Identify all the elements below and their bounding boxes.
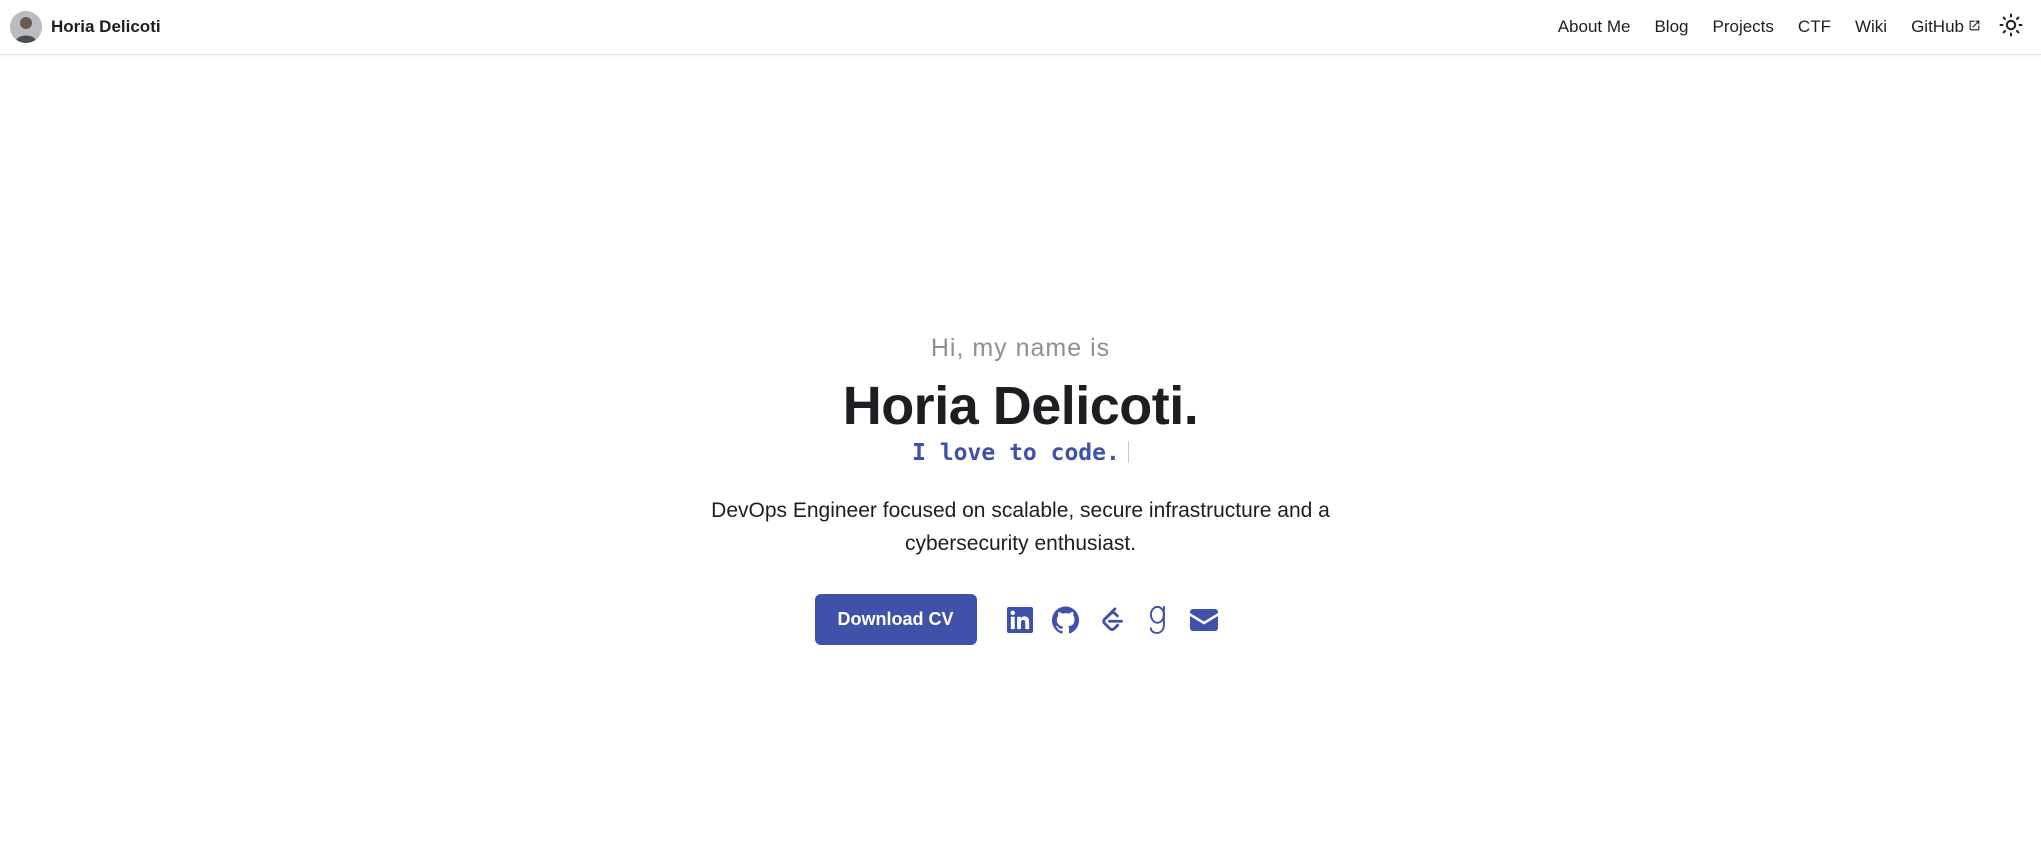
linkedin-icon: [1006, 606, 1033, 633]
typed-text: I love to code.: [912, 440, 1120, 466]
email-link[interactable]: [1188, 604, 1220, 636]
nav-link-projects[interactable]: Projects: [1713, 17, 1774, 37]
brand-link[interactable]: Horia Delicoti: [10, 11, 161, 43]
avatar: [10, 11, 42, 43]
goodreads-link[interactable]: [1142, 604, 1174, 636]
nav-link-ctf[interactable]: CTF: [1798, 17, 1831, 37]
nav-links: About Me Blog Projects CTF Wiki GitHub: [1558, 13, 2025, 41]
nav-link-github[interactable]: GitHub: [1911, 17, 1981, 37]
external-link-icon: [1968, 17, 1981, 37]
brand-title: Horia Delicoti: [51, 17, 161, 36]
email-icon: [1189, 608, 1218, 631]
typed-text-line: I love to code.: [0, 440, 2041, 466]
leetcode-icon: [1098, 606, 1126, 634]
hero-section: Hi, my name is Horia Delicoti. I love to…: [0, 55, 2041, 866]
nav-link-wiki[interactable]: Wiki: [1855, 17, 1887, 37]
linkedin-link[interactable]: [1004, 604, 1036, 636]
hero-actions: Download CV: [0, 594, 2041, 645]
nav-link-about-me[interactable]: About Me: [1558, 17, 1631, 37]
hero-tagline: DevOps Engineer focused on scalable, sec…: [711, 499, 1330, 555]
github-social-link[interactable]: [1050, 604, 1082, 636]
nav-link-github-label: GitHub: [1911, 17, 1964, 36]
hero-name: Horia Delicoti.: [842, 376, 1199, 436]
github-icon: [1051, 605, 1080, 634]
goodreads-icon: [1144, 605, 1172, 635]
download-cv-button[interactable]: Download CV: [814, 594, 977, 645]
leetcode-link[interactable]: [1096, 604, 1128, 636]
nav-link-blog[interactable]: Blog: [1654, 17, 1688, 37]
navbar: Horia Delicoti About Me Blog Projects CT…: [0, 0, 2041, 55]
theme-toggle-button[interactable]: [1997, 13, 2025, 41]
hero-greeting: Hi, my name is: [930, 334, 1111, 362]
sun-icon: [1999, 13, 2023, 42]
typing-cursor: [1127, 441, 1129, 463]
